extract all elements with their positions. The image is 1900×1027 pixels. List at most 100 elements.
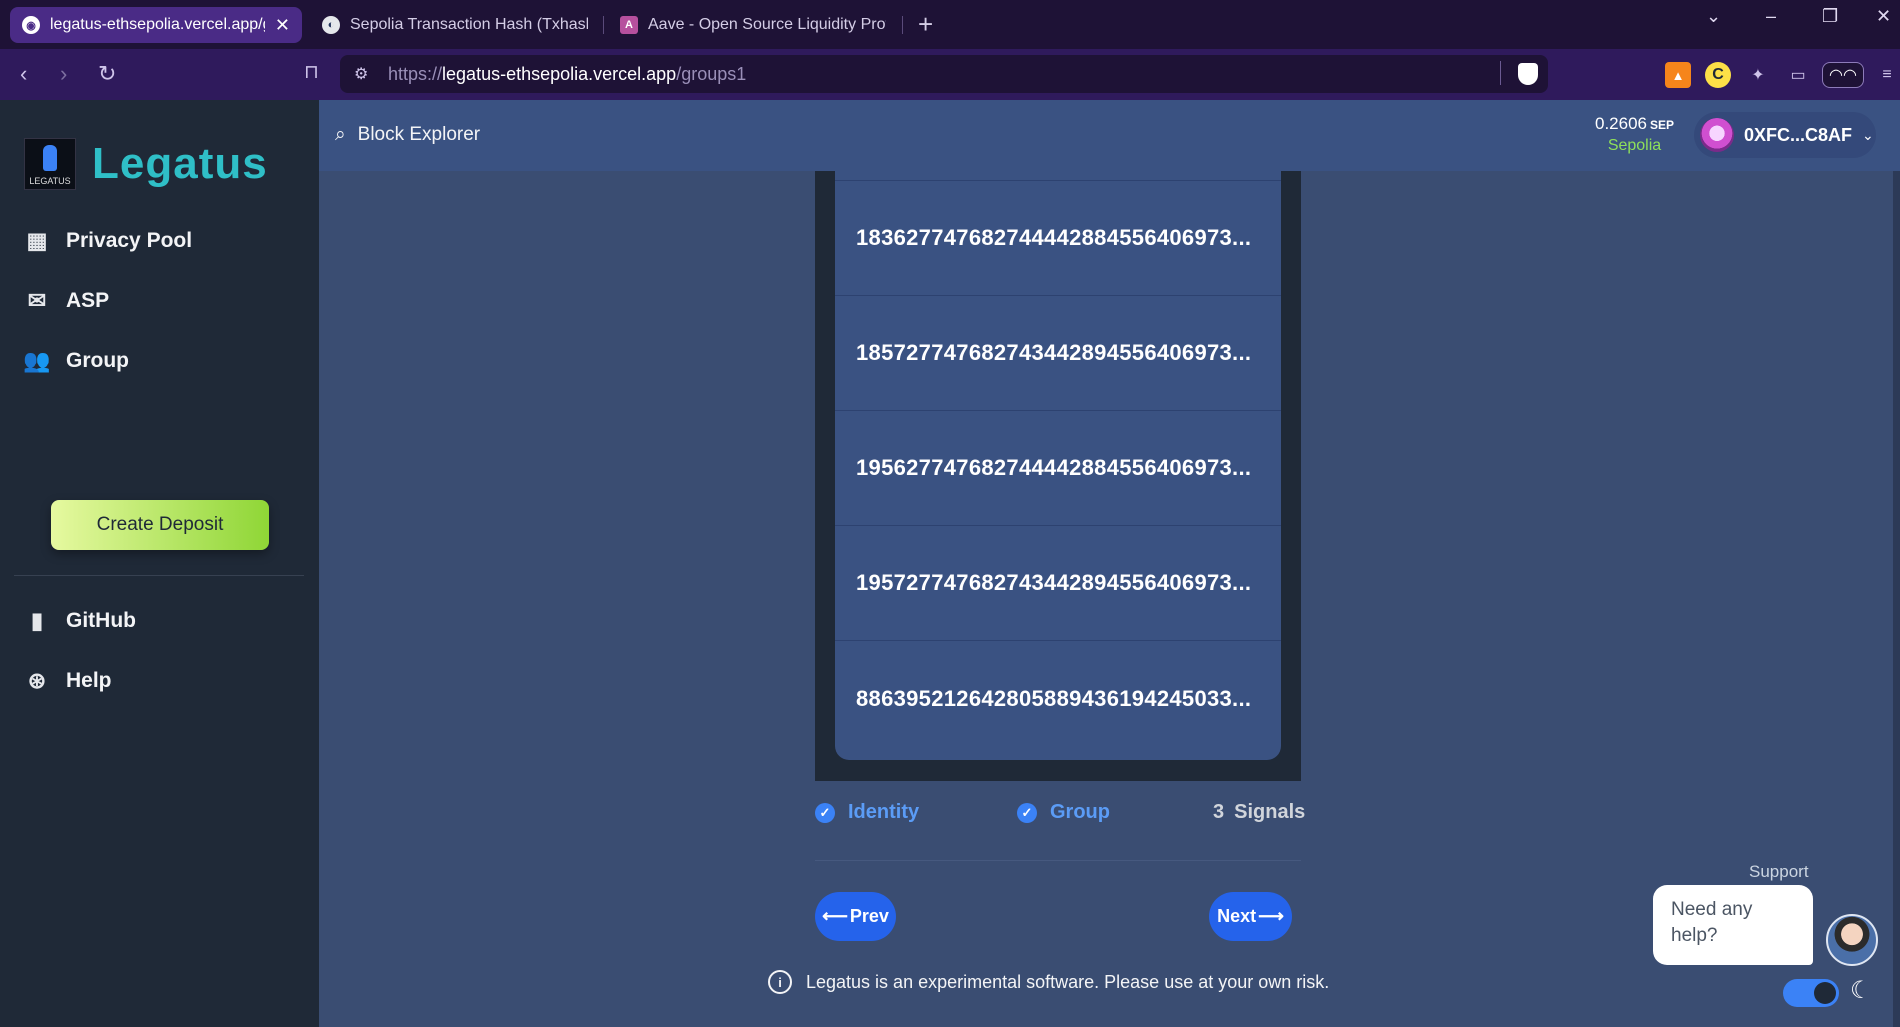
brave-shield-icon[interactable]: [1518, 63, 1538, 85]
sidebar-item-label: ASP: [66, 289, 110, 312]
check-icon: ✓: [1017, 802, 1037, 823]
sidebar-divider: [14, 575, 304, 576]
app-header: ⌕ Block Explorer 0.2606 SEP Sepolia 0XFC.…: [319, 100, 1900, 171]
logo[interactable]: LEGATUS Legatus: [24, 138, 268, 190]
toggle-knob: [1814, 982, 1836, 1004]
sidebar-item-group[interactable]: 👥 Group: [23, 348, 129, 374]
minimize-icon[interactable]: –: [1766, 6, 1776, 27]
step-label: Group: [1050, 801, 1110, 823]
list-item[interactable]: 19562774768274444288455640697​3...: [835, 411, 1281, 526]
tab-title: Sepolia Transaction Hash (Txhash) Detail…: [350, 16, 588, 33]
list-item[interactable]: 19572774768274344289455640697​3...: [835, 526, 1281, 641]
sidebar-item-github[interactable]: ▮ GitHub: [24, 608, 136, 634]
support-bubble[interactable]: Need any help?: [1653, 885, 1813, 965]
wallet-glasses-icon[interactable]: ◠◠: [1822, 62, 1864, 88]
account-button[interactable]: 0XFC...C8AF ⌄: [1694, 112, 1876, 158]
window-close-icon[interactable]: ✕: [1876, 6, 1891, 27]
disclaimer-text: Legatus is an experimental software. Ple…: [806, 971, 1330, 992]
legatus-logo-icon: LEGATUS: [24, 138, 76, 190]
group-list[interactable]: 18362774768274444288455640697​3... 18572…: [835, 171, 1281, 760]
step-signals[interactable]: 3 Signals: [1213, 801, 1305, 824]
info-icon: i: [768, 970, 792, 994]
grid-icon: ▦: [26, 228, 48, 253]
list-item[interactable]: 18572774768274344289455640697​3...: [835, 296, 1281, 411]
book-icon: ▮: [30, 608, 44, 633]
sidebar-item-label: Group: [66, 349, 129, 372]
step-identity[interactable]: ✓ Identity: [815, 801, 919, 824]
next-button[interactable]: Next ⟶: [1209, 892, 1292, 941]
tab-separator: [902, 16, 903, 34]
tab-search-icon[interactable]: ⌄: [1706, 6, 1721, 27]
url-scheme: https://: [388, 63, 443, 84]
commitment-text: 18572774768274344289455640697​3...: [856, 340, 1252, 365]
site-settings-icon[interactable]: ⚙: [354, 64, 368, 84]
stepper-divider: [815, 860, 1301, 861]
close-tab-icon[interactable]: ✕: [275, 15, 290, 36]
new-tab-button[interactable]: +: [918, 9, 933, 40]
tab-legatus[interactable]: ◉ legatus-ethsepolia.vercel.app/groups1 …: [10, 7, 302, 43]
arrow-right-icon: ⟶: [1258, 906, 1284, 926]
commitment-text: 18362774768274444288455640697​3...: [856, 225, 1252, 250]
metamask-icon[interactable]: ▲: [1665, 62, 1691, 88]
block-explorer-search[interactable]: ⌕ Block Explorer: [335, 124, 480, 146]
sidebar-item-label: GitHub: [66, 609, 136, 632]
tab-etherscan[interactable]: ◐ Sepolia Transaction Hash (Txhash) Deta…: [310, 7, 600, 43]
scrollbar-track[interactable]: [1893, 171, 1900, 1027]
block-explorer-label: Block Explorer: [357, 124, 481, 145]
browser-tab-bar: ◉ legatus-ethsepolia.vercel.app/groups1 …: [0, 0, 1900, 49]
forward-icon[interactable]: ›: [60, 61, 67, 87]
coinbase-icon[interactable]: C: [1705, 62, 1731, 88]
sidebar-toggle-icon[interactable]: ▭: [1785, 62, 1811, 88]
aave-icon: A: [620, 16, 638, 34]
moon-icon[interactable]: ☾: [1850, 976, 1872, 1005]
theme-toggle[interactable]: [1783, 979, 1839, 1007]
balance-unit: SEP: [1650, 118, 1675, 132]
mailbox-icon: ✉: [27, 288, 47, 313]
commitment-text: 19572774768274344289455640697​3...: [856, 570, 1252, 595]
step-label: Identity: [848, 801, 920, 823]
restore-icon[interactable]: ❐: [1822, 6, 1838, 27]
step-number: 3: [1213, 801, 1225, 823]
globe-icon: ◉: [22, 16, 40, 34]
bookmark-icon[interactable]: ⊓: [304, 61, 319, 84]
menu-icon[interactable]: ≡: [1874, 62, 1900, 88]
chevron-down-icon: ⌄: [1862, 126, 1874, 143]
users-icon: 👥: [23, 348, 51, 373]
etherscan-icon: ◐: [322, 16, 340, 34]
create-deposit-button[interactable]: Create Deposit: [51, 500, 269, 550]
step-label: Signals: [1234, 801, 1306, 823]
next-label: Next: [1217, 906, 1257, 926]
tab-aave[interactable]: A Aave - Open Source Liquidity Protocol: [608, 7, 898, 43]
support-label: Support: [1749, 862, 1809, 881]
sidebar-item-help[interactable]: ⊛ Help: [24, 668, 112, 694]
search-icon: ⌕: [335, 124, 346, 145]
commitment-text: 19562774768274444288455640697​3...: [856, 455, 1252, 480]
list-item[interactable]: 88639521264280588943619424503​3...: [835, 641, 1281, 756]
main-content: 18362774768274444288455640697​3... 18572…: [319, 171, 1900, 1027]
url-field[interactable]: ⚙ https://legatus-ethsepolia.vercel.app /…: [340, 55, 1548, 93]
wallet-balance: 0.2606 SEP Sepolia: [1595, 114, 1674, 155]
prev-button[interactable]: ⟵ Prev: [815, 892, 896, 941]
sidebar-item-asp[interactable]: ✉ ASP: [24, 288, 109, 314]
support-avatar[interactable]: [1826, 914, 1878, 966]
avatar: [1700, 118, 1734, 152]
url-host: legatus-ethsepolia.vercel.app: [442, 63, 677, 84]
back-icon[interactable]: ‹: [20, 61, 27, 87]
address-bar: ‹ › ↻ ⊓ ⚙ https://legatus-ethsepolia.ver…: [0, 49, 1900, 100]
prev-label: Prev: [849, 906, 889, 926]
sidebar: LEGATUS Legatus ▦ Privacy Pool ✉ ASP 👥 G…: [0, 100, 319, 1027]
logo-text: Legatus: [92, 139, 268, 188]
list-item[interactable]: 18362774768274444288455640697​3...: [835, 181, 1281, 296]
url-divider: [1500, 61, 1501, 85]
commitment-text: 88639521264280588943619424503​3...: [856, 685, 1252, 711]
sidebar-item-label: Help: [66, 669, 112, 692]
step-group[interactable]: ✓ Group: [1017, 801, 1110, 824]
balance-amount: 0.2606: [1595, 114, 1647, 133]
sidebar-item-privacy-pool[interactable]: ▦ Privacy Pool: [24, 228, 192, 254]
sidebar-item-label: Privacy Pool: [66, 229, 193, 252]
extensions-icon[interactable]: ✦: [1745, 62, 1771, 88]
tab-title: Aave - Open Source Liquidity Protocol: [648, 16, 886, 33]
stepper: ✓ Identity ✓ Group 3 Signals: [815, 801, 1305, 841]
reload-icon[interactable]: ↻: [98, 61, 116, 87]
disclaimer: i Legatus is an experimental software. P…: [768, 970, 1329, 994]
